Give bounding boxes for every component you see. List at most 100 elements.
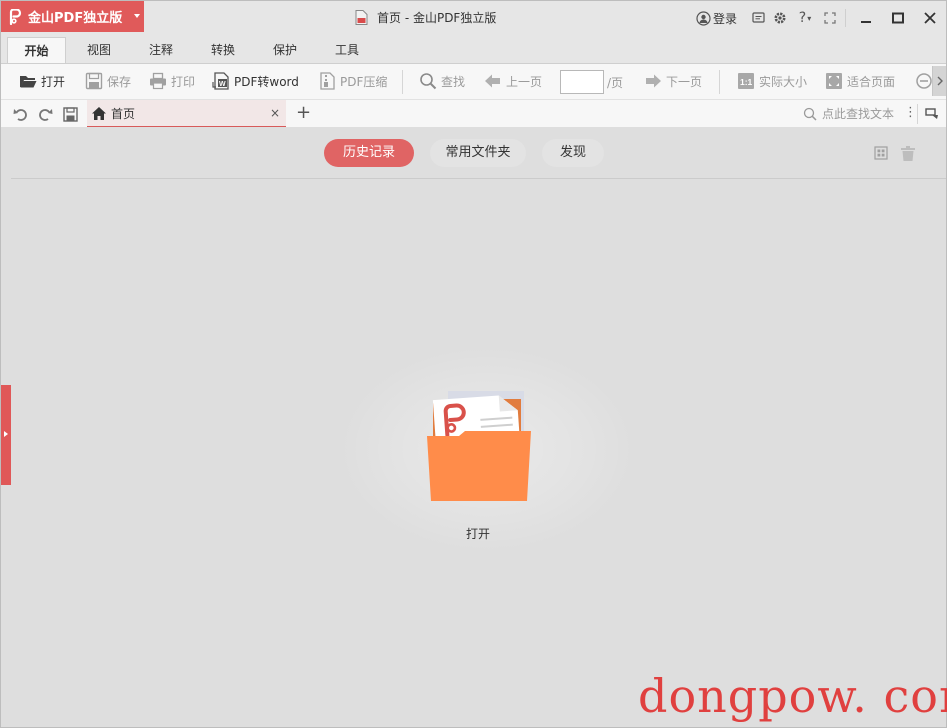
tab-common-folders[interactable]: 常用文件夹 [430, 139, 526, 167]
word-convert-icon: W [212, 72, 229, 90]
maximize-button[interactable] [882, 3, 914, 33]
login-button[interactable]: 登录 [696, 10, 737, 27]
home-page: 历史记录 常用文件夹 发现 打开 [1, 127, 946, 727]
divider [917, 104, 918, 124]
toolbar-scroll-right-button[interactable] [932, 66, 946, 96]
maximize-icon [892, 12, 904, 24]
close-tab-button[interactable]: × [270, 106, 280, 120]
pdf-file-icon [355, 10, 368, 25]
document-tab-bar: 首页 × + 点此查找文本 ⋮ [1, 99, 946, 128]
open-label: 打开 [41, 74, 66, 89]
save-icon [62, 106, 78, 122]
tab-protect[interactable]: 保护 [261, 37, 309, 63]
watermark: dongpow. com [638, 669, 947, 723]
compress-icon [320, 72, 335, 90]
window-title: 首页 - 金山PDF独立版 [355, 9, 496, 26]
minimize-icon [861, 21, 871, 23]
tab-history[interactable]: 历史记录 [324, 139, 414, 167]
pdf-to-word-button[interactable]: W PDF转word [212, 70, 299, 92]
more-options-button[interactable]: ⋮ [904, 105, 917, 120]
prev-page-button[interactable]: 上一页 [484, 70, 542, 92]
find-label: 查找 [441, 74, 466, 89]
tab-convert[interactable]: 转换 [199, 37, 247, 63]
folder-open-icon [20, 76, 37, 88]
undo-icon [13, 109, 27, 121]
find-button[interactable]: 查找 [419, 70, 465, 92]
close-window-button[interactable] [914, 3, 946, 33]
page-suffix: /页 [607, 76, 624, 90]
save-label: 保存 [107, 74, 132, 89]
next-page-button[interactable]: 下一页 [644, 70, 702, 92]
find-text-box[interactable]: 点此查找文本 [803, 105, 894, 122]
app-logo-icon [9, 8, 22, 25]
minimize-button[interactable] [850, 3, 882, 33]
zoom-out-icon [916, 73, 932, 89]
save-button[interactable]: 保存 [85, 70, 131, 92]
tab-tools[interactable]: 工具 [323, 37, 371, 63]
find-text-placeholder: 点此查找文本 [822, 107, 895, 121]
tab-view[interactable]: 视图 [75, 37, 123, 63]
chevron-down-icon [134, 14, 140, 18]
trash-icon [901, 146, 915, 161]
quick-save-button[interactable] [61, 105, 79, 123]
actual-size-icon: 1:1 [738, 73, 754, 89]
open-button[interactable]: 打开 [19, 70, 65, 92]
clear-history-button[interactable] [900, 146, 916, 164]
close-icon [924, 12, 936, 24]
chevron-right-icon [937, 76, 943, 86]
arrow-left-icon [485, 74, 500, 88]
fullscreen-icon [824, 12, 836, 24]
chevron-right-icon [4, 431, 8, 437]
printer-icon [150, 72, 166, 90]
divider [11, 178, 946, 179]
app-window: 金山PDF独立版 首页 - 金山PDF独立版 登录 ? ▾ 开始 视图 注释 转… [0, 0, 947, 728]
page-number-input[interactable] [560, 70, 604, 94]
app-name: 金山PDF独立版 [28, 11, 123, 26]
add-tab-button[interactable]: + [296, 103, 311, 123]
actual-size-button[interactable]: 1:1 实际大小 [737, 70, 807, 92]
search-icon [420, 73, 437, 90]
toolbar-divider [402, 70, 403, 94]
arrow-right-icon [646, 74, 661, 88]
prev-page-label: 上一页 [506, 74, 543, 89]
title-bar-actions: 登录 ? ▾ [696, 1, 946, 35]
message-icon [751, 11, 765, 23]
fullscreen-button[interactable] [819, 7, 841, 29]
ribbon-tabs: 开始 视图 注释 转换 保护 工具 [1, 35, 946, 63]
app-menu-button[interactable]: 金山PDF独立版 [1, 1, 144, 32]
redo-button[interactable] [36, 105, 54, 123]
pdf-to-word-label: PDF转word [234, 74, 299, 89]
pdf-compress-label: PDF压缩 [340, 74, 388, 89]
grid-view-button[interactable] [874, 146, 888, 163]
fit-page-button[interactable]: 适合页面 [825, 70, 895, 92]
window-title-text: 首页 - 金山PDF独立版 [377, 11, 497, 25]
pin-toolbar-button[interactable] [925, 106, 939, 123]
sidebar-toggle-handle[interactable] [1, 385, 11, 485]
tab-start[interactable]: 开始 [7, 37, 66, 63]
pin-icon [925, 108, 938, 119]
grid-view-icon [874, 146, 888, 160]
chevron-down-icon: ▾ [807, 13, 812, 23]
pdf-compress-button[interactable]: PDF压缩 [318, 70, 387, 92]
tab-annotate[interactable]: 注释 [137, 37, 185, 63]
fit-page-label: 适合页面 [847, 74, 896, 89]
save-icon [85, 72, 103, 90]
undo-button[interactable] [12, 105, 30, 123]
fit-page-icon [826, 73, 842, 89]
open-file-label: 打开 [466, 527, 491, 541]
next-page-label: 下一页 [666, 74, 703, 89]
help-icon: ? [798, 10, 807, 26]
toolbar-divider [719, 70, 720, 94]
home-icon [92, 106, 106, 120]
redo-icon [39, 109, 53, 121]
help-button[interactable]: ? ▾ [791, 7, 819, 29]
svg-text:1:1: 1:1 [740, 77, 753, 87]
settings-button[interactable] [769, 7, 791, 29]
tab-home[interactable]: 首页 × [87, 100, 286, 128]
tab-discover[interactable]: 发现 [542, 139, 604, 167]
open-file-button[interactable] [425, 389, 533, 501]
print-label: 打印 [171, 74, 196, 89]
print-button[interactable]: 打印 [149, 70, 195, 92]
user-icon [696, 10, 711, 26]
feedback-button[interactable] [747, 7, 769, 29]
